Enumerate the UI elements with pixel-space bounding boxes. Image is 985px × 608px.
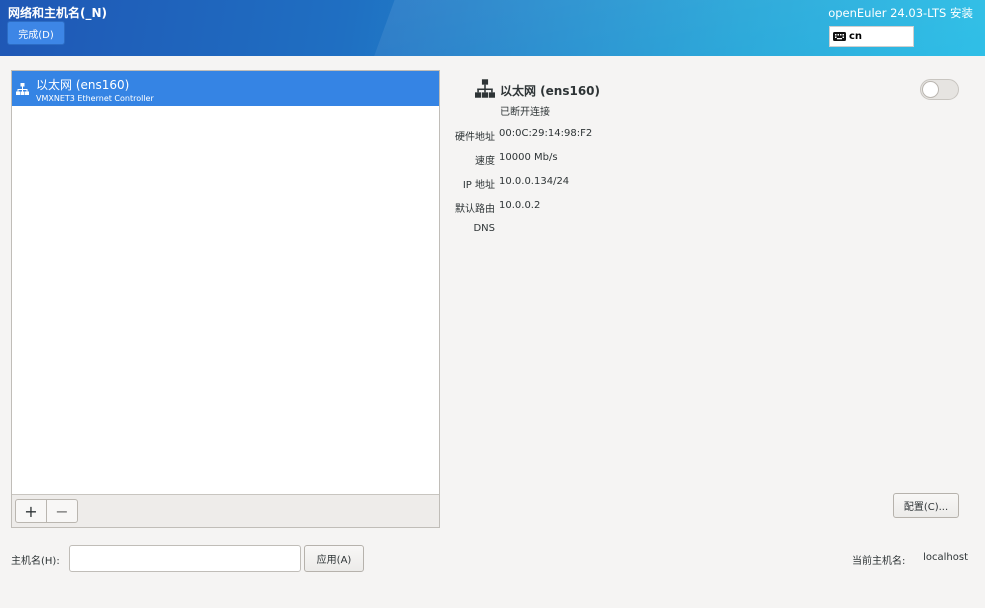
toggle-knob (922, 81, 939, 98)
add-device-button[interactable]: + (15, 499, 47, 523)
dns-label: DNS (473, 223, 495, 234)
current-hostname-value: localhost (923, 552, 968, 563)
default-route-value: 10.0.0.2 (499, 200, 541, 211)
ip-address-value: 10.0.0.134/24 (499, 176, 570, 187)
connection-status: 已断开连接 (500, 107, 550, 118)
keyboard-icon (833, 32, 846, 41)
hardware-address-label: 硬件地址 (455, 132, 495, 143)
device-description: VMXNET3 Ethernet Controller (36, 94, 154, 103)
device-list-toolbar: + − (12, 494, 439, 527)
device-name: 以太网 (ens160) (36, 78, 130, 92)
wired-network-icon (16, 83, 29, 95)
done-button[interactable]: 完成(D) (7, 21, 65, 45)
configure-button[interactable]: 配置(C)... (893, 493, 959, 518)
default-route-label: 默认路由 (455, 204, 495, 215)
header-bar: 网络和主机名(_N) 完成(D) openEuler 24.03-LTS 安装 … (0, 0, 985, 56)
device-detail-name: 以太网 (ens160) (500, 84, 601, 98)
page-title: 网络和主机名(_N) (8, 6, 108, 20)
apply-hostname-button[interactable]: 应用(A) (304, 545, 364, 572)
keyboard-layout-label: cn (849, 31, 863, 42)
ip-address-label: IP 地址 (462, 180, 495, 191)
hostname-label: 主机名(H): (11, 556, 60, 567)
device-list-item[interactable]: 以太网 (ens160) VMXNET3 Ethernet Controller (12, 71, 439, 106)
device-enable-toggle[interactable] (920, 79, 959, 100)
current-hostname-label: 当前主机名: (852, 556, 906, 567)
wired-network-icon (475, 79, 495, 98)
hostname-input[interactable] (69, 545, 301, 572)
device-list: 以太网 (ens160) VMXNET3 Ethernet Controller… (11, 70, 440, 528)
keyboard-layout-indicator[interactable]: cn (829, 26, 914, 47)
speed-value: 10000 Mb/s (499, 152, 558, 163)
product-title: openEuler 24.03-LTS 安装 (828, 6, 973, 20)
remove-device-button[interactable]: − (46, 499, 78, 523)
hardware-address-value: 00:0C:29:14:98:F2 (499, 128, 593, 139)
speed-label: 速度 (475, 156, 495, 167)
